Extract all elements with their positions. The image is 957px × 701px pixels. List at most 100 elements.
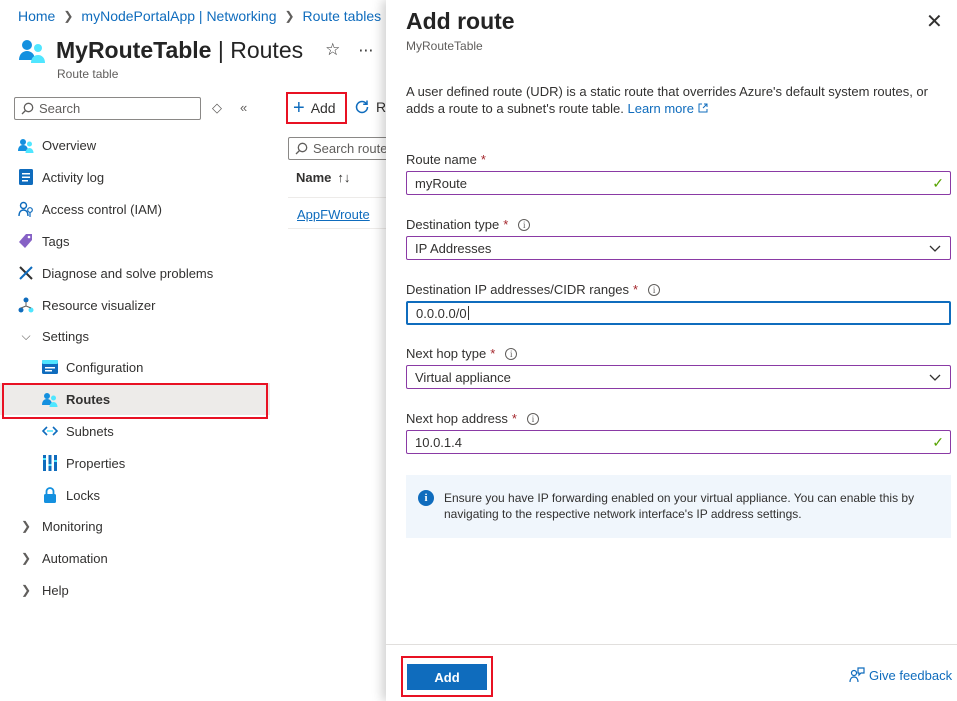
- sort-icon: ↑↓: [337, 170, 351, 185]
- chevron-down-icon: [929, 245, 941, 252]
- info-icon[interactable]: i: [648, 283, 661, 296]
- next-hop-address-value: 10.0.1.4: [415, 434, 462, 450]
- sidebar-item-label: Overview: [42, 137, 97, 153]
- add-route-button[interactable]: + Add: [286, 92, 347, 124]
- breadcrumb-route-tables[interactable]: Route tables: [303, 8, 382, 24]
- chevron-right-icon: ❯: [20, 519, 32, 533]
- sidebar-search-input[interactable]: Search: [14, 97, 201, 120]
- route-name-input[interactable]: myRoute ✓: [406, 171, 951, 195]
- next-hop-type-label: Next hop type * i: [406, 346, 518, 361]
- routes-icon: [42, 391, 58, 407]
- route-filter-input[interactable]: Search route: [288, 137, 398, 160]
- info-icon[interactable]: i: [505, 347, 518, 360]
- lock-icon: [42, 487, 58, 503]
- give-feedback-link[interactable]: Give feedback: [849, 667, 952, 683]
- panel-subtitle: MyRouteTable: [406, 39, 483, 53]
- destination-type-label: Destination type * i: [406, 217, 531, 232]
- visualizer-icon: [18, 297, 34, 313]
- sidebar-item-resource-visualizer[interactable]: Resource visualizer: [0, 289, 270, 321]
- sidebar-item-properties[interactable]: Properties: [0, 447, 270, 479]
- required-mark: *: [633, 282, 639, 297]
- destination-ip-label: Destination IP addresses/CIDR ranges * i: [406, 282, 661, 297]
- next-hop-address-input[interactable]: 10.0.1.4 ✓: [406, 430, 951, 454]
- plus-icon: +: [293, 97, 305, 119]
- column-header-name[interactable]: Name ↑↓: [296, 170, 350, 185]
- breadcrumb: Home ❯ myNodePortalApp | Networking ❯ Ro…: [18, 8, 381, 24]
- info-icon[interactable]: i: [518, 218, 531, 231]
- route-filter-placeholder: Search route: [313, 141, 388, 156]
- sort-icon[interactable]: ◇: [212, 100, 222, 116]
- destination-type-label-text: Destination type: [406, 217, 500, 232]
- destination-type-value: IP Addresses: [415, 240, 492, 256]
- sidebar-item-overview[interactable]: Overview: [0, 129, 270, 161]
- sidebar-group-settings[interactable]: ⌵ Settings: [0, 321, 270, 351]
- overview-icon: [18, 137, 34, 153]
- page-header: MyRouteTable | Routes ☆ ⋯: [18, 36, 373, 64]
- more-icon[interactable]: ⋯: [358, 41, 373, 59]
- learn-more-link[interactable]: Learn more: [627, 101, 708, 116]
- page-subtitle: Route table: [57, 67, 119, 81]
- sidebar-item-routes[interactable]: Routes: [0, 383, 270, 419]
- star-icon[interactable]: ☆: [325, 40, 340, 60]
- info-icon[interactable]: i: [526, 412, 539, 425]
- info-banner-text: Ensure you have IP forwarding enabled on…: [444, 491, 915, 521]
- configuration-icon: [42, 359, 58, 375]
- sidebar-group-label: Help: [42, 582, 69, 598]
- text-caret: [467, 306, 469, 320]
- sidebar-group-label: Monitoring: [42, 518, 103, 534]
- page-title: MyRouteTable | Routes: [56, 37, 303, 64]
- sidebar-item-label: Properties: [66, 455, 126, 471]
- route-row-link[interactable]: AppFWroute: [297, 207, 370, 222]
- sidebar-item-label: Configuration: [66, 359, 144, 375]
- column-header-label: Name: [296, 170, 332, 185]
- refresh-button[interactable]: R: [354, 99, 386, 115]
- collapse-icon[interactable]: «: [240, 100, 247, 116]
- destination-ip-value: 0.0.0.0/0: [416, 305, 467, 321]
- sidebar-item-label: Subnets: [66, 423, 114, 439]
- destination-type-select[interactable]: IP Addresses: [406, 236, 951, 260]
- sidebar-item-configuration[interactable]: Configuration: [0, 351, 270, 383]
- subnets-icon: [42, 423, 58, 439]
- properties-icon: [42, 455, 58, 471]
- next-hop-address-label: Next hop address * i: [406, 411, 539, 426]
- activity-log-icon: [18, 169, 34, 185]
- sidebar-item-label: Routes: [66, 391, 111, 407]
- sidebar-item-iam[interactable]: Access control (IAM): [0, 193, 270, 225]
- required-mark: *: [503, 217, 509, 232]
- required-mark: *: [490, 346, 496, 361]
- add-route-panel: Add route MyRouteTable ✕ A user defined …: [386, 0, 957, 701]
- check-icon: ✓: [932, 434, 944, 450]
- next-hop-type-label-text: Next hop type: [406, 346, 487, 361]
- route-table-icon: [19, 40, 45, 63]
- close-icon[interactable]: ✕: [926, 12, 943, 32]
- next-hop-type-select[interactable]: Virtual appliance: [406, 365, 951, 389]
- page-title-section: | Routes: [211, 36, 304, 63]
- chevron-down-icon: ⌵: [21, 328, 31, 343]
- add-button[interactable]: Add: [407, 664, 487, 690]
- required-mark: *: [511, 411, 517, 426]
- destination-ip-input[interactable]: 0.0.0.0/0: [406, 301, 951, 325]
- sidebar-group-automation[interactable]: ❯ Automation: [0, 543, 270, 573]
- chevron-right-icon: ❯: [284, 9, 295, 23]
- route-name-label-text: Route name: [406, 152, 477, 167]
- sidebar-item-label: Tags: [42, 233, 70, 249]
- sidebar-item-label: Locks: [66, 487, 100, 503]
- sidebar-item-label: Access control (IAM): [42, 201, 162, 217]
- divider: [288, 197, 388, 198]
- sidebar-item-locks[interactable]: Locks: [0, 479, 270, 511]
- breadcrumb-home[interactable]: Home: [18, 8, 55, 24]
- sidebar-item-activity-log[interactable]: Activity log: [0, 161, 270, 193]
- chevron-right-icon: ❯: [63, 9, 74, 23]
- sidebar-item-tags[interactable]: Tags: [0, 225, 270, 257]
- check-icon: ✓: [932, 175, 944, 191]
- sidebar-item-diagnose[interactable]: Diagnose and solve problems: [0, 257, 270, 289]
- breadcrumb-networking[interactable]: myNodePortalApp | Networking: [81, 8, 276, 24]
- sidebar-group-monitoring[interactable]: ❯ Monitoring: [0, 511, 270, 541]
- sidebar-item-label: Resource visualizer: [42, 297, 156, 313]
- feedback-icon: [849, 667, 865, 683]
- sidebar-group-help[interactable]: ❯ Help: [0, 575, 270, 605]
- learn-more-label: Learn more: [627, 101, 694, 116]
- sidebar-item-subnets[interactable]: Subnets: [0, 415, 270, 447]
- route-name-label: Route name *: [406, 152, 486, 167]
- chevron-down-icon: [929, 374, 941, 381]
